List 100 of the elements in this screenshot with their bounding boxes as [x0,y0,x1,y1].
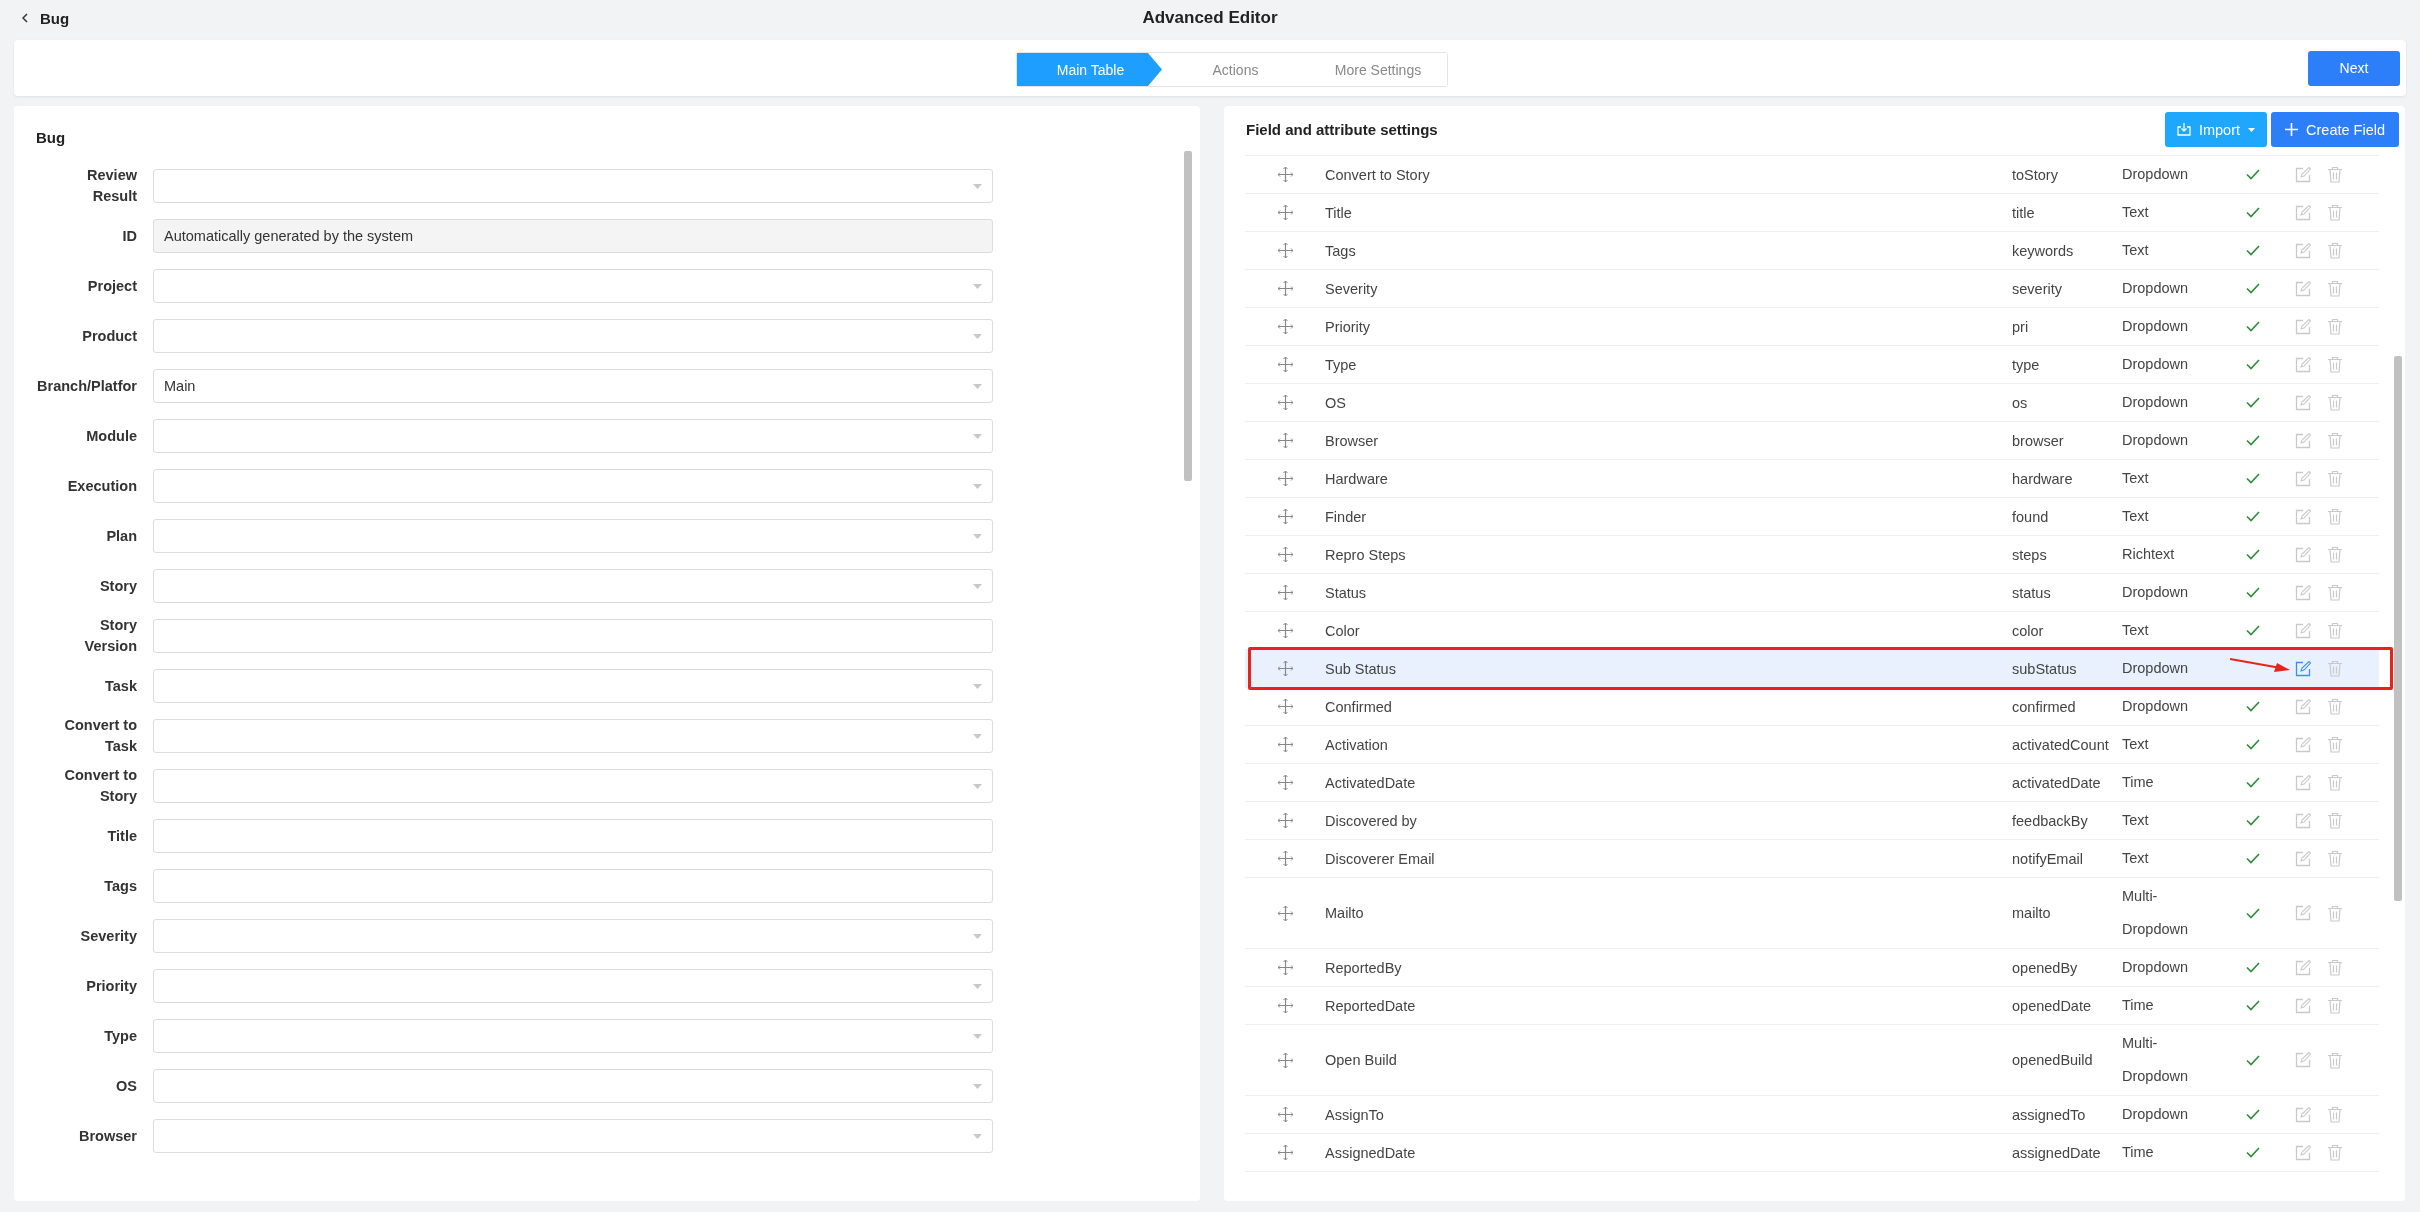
select-field[interactable] [153,719,993,753]
delete-icon[interactable] [2327,1051,2343,1069]
edit-icon[interactable] [2295,660,2311,677]
table-row[interactable]: Discoverer Email notifyEmail Text [1245,840,2379,878]
drag-handle-icon[interactable] [1277,960,1293,975]
table-row[interactable]: AssignedDate assignedDate Time [1245,1134,2379,1172]
edit-icon[interactable] [2295,850,2311,867]
drag-handle-icon[interactable] [1277,737,1293,752]
delete-icon[interactable] [2327,622,2343,639]
edit-icon[interactable] [2295,1052,2311,1068]
select-field[interactable]: Main [153,369,993,403]
scrollbar[interactable] [2394,356,2402,901]
edit-icon[interactable] [2295,204,2311,221]
drag-handle-icon[interactable] [1277,167,1293,182]
drag-handle-icon[interactable] [1277,851,1293,866]
back-link[interactable]: Bug [22,9,70,27]
table-row[interactable]: Browser browser Dropdown [1245,422,2379,460]
edit-icon[interactable] [2295,166,2311,183]
delete-icon[interactable] [2327,774,2343,791]
delete-icon[interactable] [2327,850,2343,867]
drag-handle-icon[interactable] [1277,1145,1293,1160]
select-field[interactable] [153,469,993,503]
delete-icon[interactable] [2327,1106,2343,1123]
delete-icon[interactable] [2327,584,2343,601]
drag-handle-icon[interactable] [1277,1052,1293,1068]
drag-handle-icon[interactable] [1277,509,1293,524]
drag-handle-icon[interactable] [1277,623,1293,638]
table-row[interactable]: Title title Text [1245,194,2379,232]
table-row[interactable]: Type type Dropdown [1245,346,2379,384]
table-row[interactable]: Repro Steps steps Richtext [1245,536,2379,574]
delete-icon[interactable] [2327,546,2343,563]
delete-icon[interactable] [2327,736,2343,753]
select-field[interactable] [153,919,993,953]
select-field[interactable] [153,1069,993,1103]
table-row[interactable]: ActivatedDate activatedDate Time [1245,764,2379,802]
delete-icon[interactable] [2327,1144,2343,1161]
delete-icon[interactable] [2327,812,2343,829]
select-field[interactable] [153,769,993,803]
delete-icon[interactable] [2327,242,2343,259]
edit-icon[interactable] [2295,736,2311,753]
drag-handle-icon[interactable] [1277,433,1293,448]
table-row[interactable]: AssignTo assignedTo Dropdown [1245,1096,2379,1134]
edit-icon[interactable] [2295,318,2311,335]
table-row[interactable]: Finder found Text [1245,498,2379,536]
select-field[interactable] [153,319,993,353]
table-row[interactable]: Severity severity Dropdown [1245,270,2379,308]
delete-icon[interactable] [2327,904,2343,922]
edit-icon[interactable] [2295,774,2311,791]
table-row[interactable]: Hardware hardware Text [1245,460,2379,498]
drag-handle-icon[interactable] [1277,471,1293,486]
scrollbar[interactable] [1184,151,1192,481]
edit-icon[interactable] [2295,959,2311,976]
edit-icon[interactable] [2295,905,2311,921]
edit-icon[interactable] [2295,394,2311,411]
drag-handle-icon[interactable] [1277,813,1293,828]
table-row[interactable]: Priority pri Dropdown [1245,308,2379,346]
delete-icon[interactable] [2327,166,2343,183]
input-field[interactable] [153,819,993,853]
edit-icon[interactable] [2295,1144,2311,1161]
table-row[interactable]: Status status Dropdown [1245,574,2379,612]
table-row[interactable]: OS os Dropdown [1245,384,2379,422]
drag-handle-icon[interactable] [1277,998,1293,1013]
delete-icon[interactable] [2327,318,2343,335]
edit-icon[interactable] [2295,997,2311,1014]
edit-icon[interactable] [2295,242,2311,259]
edit-icon[interactable] [2295,470,2311,487]
select-field[interactable] [153,519,993,553]
select-field[interactable] [153,419,993,453]
delete-icon[interactable] [2327,204,2343,221]
edit-icon[interactable] [2295,356,2311,373]
edit-icon[interactable] [2295,812,2311,829]
drag-handle-icon[interactable] [1277,585,1293,600]
drag-handle-icon[interactable] [1277,319,1293,334]
drag-handle-icon[interactable] [1277,395,1293,410]
create-field-button[interactable]: Create Field [2271,112,2399,147]
drag-handle-icon[interactable] [1277,205,1293,220]
drag-handle-icon[interactable] [1277,775,1293,790]
table-row[interactable]: ReportedDate openedDate Time [1245,987,2379,1025]
drag-handle-icon[interactable] [1277,699,1293,714]
edit-icon[interactable] [2295,280,2311,297]
table-row[interactable]: Tags keywords Text [1245,232,2379,270]
delete-icon[interactable] [2327,660,2343,677]
select-field[interactable] [153,669,993,703]
table-row[interactable]: ReportedBy openedBy Dropdown [1245,949,2379,987]
table-row[interactable]: Convert to Story toStory Dropdown [1245,156,2379,194]
next-button[interactable]: Next [2308,50,2400,86]
delete-icon[interactable] [2327,698,2343,715]
edit-icon[interactable] [2295,1106,2311,1123]
select-field[interactable] [153,1019,993,1053]
delete-icon[interactable] [2327,280,2343,297]
delete-icon[interactable] [2327,432,2343,449]
drag-handle-icon[interactable] [1277,1107,1293,1122]
delete-icon[interactable] [2327,508,2343,525]
drag-handle-icon[interactable] [1277,281,1293,296]
edit-icon[interactable] [2295,698,2311,715]
edit-icon[interactable] [2295,432,2311,449]
input-field[interactable] [153,869,993,903]
select-field[interactable] [153,569,993,603]
input-field[interactable] [153,619,993,653]
delete-icon[interactable] [2327,356,2343,373]
